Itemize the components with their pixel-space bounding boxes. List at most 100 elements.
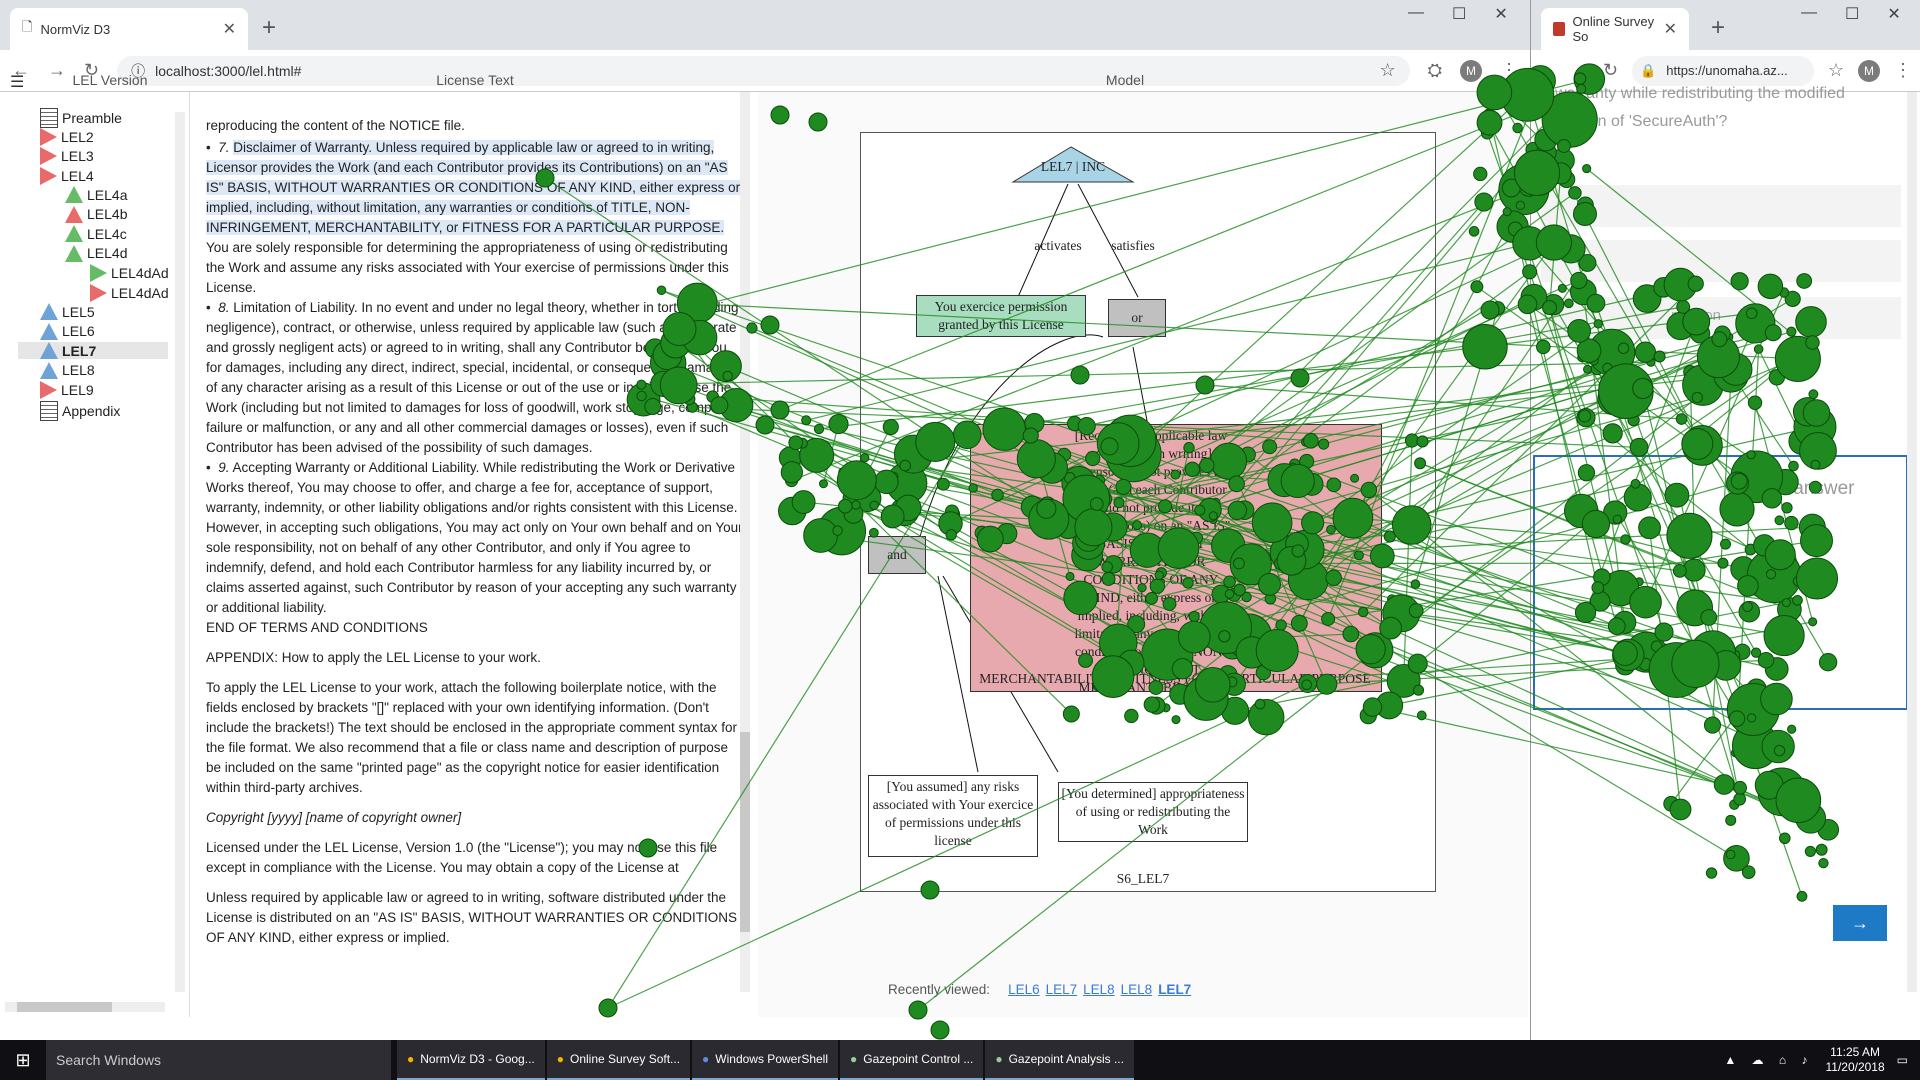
frame-label: S6_LEL7 (1116, 871, 1170, 886)
minimize-icon[interactable]: — (1408, 4, 1424, 24)
browser-window-survey: Online Survey So ✕ + — ☐ ✕ ← → ↻ 🔒 https… (1530, 0, 1920, 1040)
tree-scrollbar[interactable] (175, 112, 185, 992)
taskbar-item[interactable]: ● Online Survey Soft... (546, 1040, 691, 1080)
triangle-icon (40, 127, 57, 146)
notifications-icon[interactable]: ▭ (1897, 1053, 1908, 1067)
clock[interactable]: 11:25 AM 11/20/2018 (1825, 1045, 1884, 1075)
recent-link[interactable]: LEL8 (1121, 982, 1153, 997)
triangle-icon (40, 303, 58, 320)
app-icon: ● (407, 1052, 415, 1066)
tree-item-lel4dad[interactable]: LEL4dAd (90, 264, 169, 282)
recent-link[interactable]: LEL6 (1008, 982, 1040, 997)
tray-icons[interactable]: ▲ ☁ ⌂ ♪ (1724, 1053, 1813, 1067)
triangle-icon (65, 225, 83, 242)
node-or[interactable]: or (1108, 299, 1166, 337)
recent-link[interactable]: LEL8 (1083, 982, 1115, 997)
tree-item-lel4dad[interactable]: LEL4dAd (90, 283, 169, 302)
tree-item-label: LEL9 (61, 382, 94, 398)
avatar[interactable]: M (1858, 59, 1880, 82)
close-icon[interactable]: ✕ (1887, 4, 1900, 24)
back-icon[interactable]: ← (1539, 60, 1557, 81)
taskbar-item[interactable]: ● NormViz D3 - Goog... (397, 1040, 545, 1080)
minimize-icon[interactable]: — (1801, 4, 1817, 24)
tree-item-label: Preamble (62, 110, 122, 126)
clock-date: 11/20/2018 (1825, 1060, 1885, 1074)
triangle-icon (65, 186, 83, 203)
app-icon: ● (995, 1052, 1003, 1066)
close-tab-icon[interactable]: ✕ (223, 19, 236, 39)
tree-item-lel3[interactable]: LEL3 (40, 147, 94, 165)
answer-textarea[interactable] (1533, 455, 1908, 710)
menu-icon[interactable]: ⋮ (1894, 60, 1912, 81)
tree-item-label: LEL4 (61, 167, 94, 184)
node-permission[interactable]: You exercice permission granted by this … (916, 295, 1086, 337)
recently-viewed-label: Recently viewed: (888, 982, 991, 997)
app-icon: ● (850, 1052, 858, 1066)
tree-item-lel4a[interactable]: LEL4a (65, 186, 127, 203)
appendix-heading: APPENDIX: How to apply the LEL License t… (206, 650, 541, 665)
highlighted-clause: Disclaimer of Warranty. Unless required … (206, 140, 741, 235)
triangle-icon (65, 205, 83, 223)
taskbar-item[interactable]: ● Windows PowerShell (692, 1040, 839, 1080)
new-tab-icon[interactable]: + (1711, 14, 1725, 42)
taskbar-item[interactable]: ● Gazepoint Analysis ... (985, 1040, 1134, 1080)
tree-item-label: LEL2 (61, 128, 94, 145)
tree-item-label: LEL8 (62, 362, 95, 378)
tree-item-lel6[interactable]: LEL6 (40, 322, 95, 340)
license-scrollbar[interactable] (740, 92, 750, 992)
recent-link[interactable]: LEL7 (1158, 982, 1191, 997)
top-node-label[interactable]: LEL7 | INC (1028, 158, 1118, 176)
star-icon[interactable]: ☆ (1828, 60, 1844, 81)
tree-item-lel4d[interactable]: LEL4d (65, 244, 128, 262)
tree-item-lel5[interactable]: LEL5 (40, 303, 95, 320)
taskbar-item[interactable]: ● Gazepoint Control ... (840, 1040, 984, 1080)
next-button[interactable]: → (1833, 905, 1887, 941)
maximize-icon[interactable]: ☐ (1452, 4, 1466, 24)
tree-item-label: LEL4d (87, 245, 128, 261)
recent-link[interactable]: LEL7 (1046, 982, 1078, 997)
survey-option-2[interactable] (1541, 240, 1901, 282)
close-icon[interactable]: ✕ (1494, 4, 1507, 24)
maximize-icon[interactable]: ☐ (1845, 4, 1859, 24)
license-item-8: • 8. Limitation of Liability. In no even… (206, 300, 739, 455)
triangle-icon (40, 342, 58, 359)
tree-item-lel4[interactable]: LEL4 (40, 166, 94, 185)
taskbar-item-label: NormViz D3 - Goog... (420, 1052, 535, 1066)
tree-hscrollbar[interactable] (5, 1002, 165, 1012)
reload-icon[interactable]: ↻ (1603, 60, 1618, 81)
app-icon: ● (556, 1052, 564, 1066)
survey-option-1[interactable] (1541, 185, 1901, 227)
licensed-paragraph: Licensed under the LEL License, Version … (206, 840, 718, 875)
survey-scrollbar[interactable] (1907, 92, 1917, 992)
taskbar-item-label: Windows PowerShell (715, 1052, 829, 1066)
tab-strip: 🗋 NormViz D3 ✕ + — ☐ ✕ (0, 0, 1530, 50)
node-assumed-risks[interactable]: [You assumed] any risks associated with … (868, 775, 1038, 857)
tab-normviz[interactable]: 🗋 NormViz D3 ✕ (10, 8, 248, 50)
node-determined[interactable]: [You determined] appropriateness of usin… (1058, 782, 1248, 842)
url-text-2: https://unomaha.az... (1666, 63, 1788, 78)
search-box[interactable]: Search Windows (46, 1040, 391, 1080)
windows-start-icon[interactable]: ⊞ (0, 1040, 46, 1080)
tree-item-preamble[interactable]: Preamble (40, 108, 122, 128)
tree-item-lel8[interactable]: LEL8 (40, 361, 95, 379)
tree-item-lel4c[interactable]: LEL4c (65, 225, 127, 242)
tree-item-lel9[interactable]: LEL9 (40, 381, 94, 399)
node-required-warranty[interactable]: [Required by applicable law or agreed to… (970, 424, 1382, 692)
tab-title: NormViz D3 (40, 21, 111, 37)
survey-option-3[interactable]: rmation (1541, 297, 1901, 339)
tree-item-lel7[interactable]: LEL7 (18, 342, 168, 359)
triangle-icon (90, 283, 107, 302)
hamburger-icon[interactable]: ☰ (10, 72, 24, 92)
lock-icon: 🔒 (1640, 62, 1657, 78)
forward-icon[interactable]: → (1571, 60, 1589, 81)
license-item-9: • 9. Accepting Warranty or Additional Li… (206, 460, 743, 615)
close-tab-icon[interactable]: ✕ (1664, 19, 1677, 39)
node-and[interactable]: and (868, 536, 926, 574)
tree-item-lel4b[interactable]: LEL4b (65, 205, 127, 223)
tree-item-label: LEL4dAd (111, 284, 169, 301)
tree-item-lel2[interactable]: LEL2 (40, 127, 94, 146)
tab-survey[interactable]: Online Survey So ✕ (1541, 8, 1689, 50)
new-tab-icon[interactable]: + (262, 14, 276, 42)
tree-item-appendix[interactable]: Appendix (40, 400, 120, 421)
tree-item-label: LEL4c (87, 225, 127, 242)
